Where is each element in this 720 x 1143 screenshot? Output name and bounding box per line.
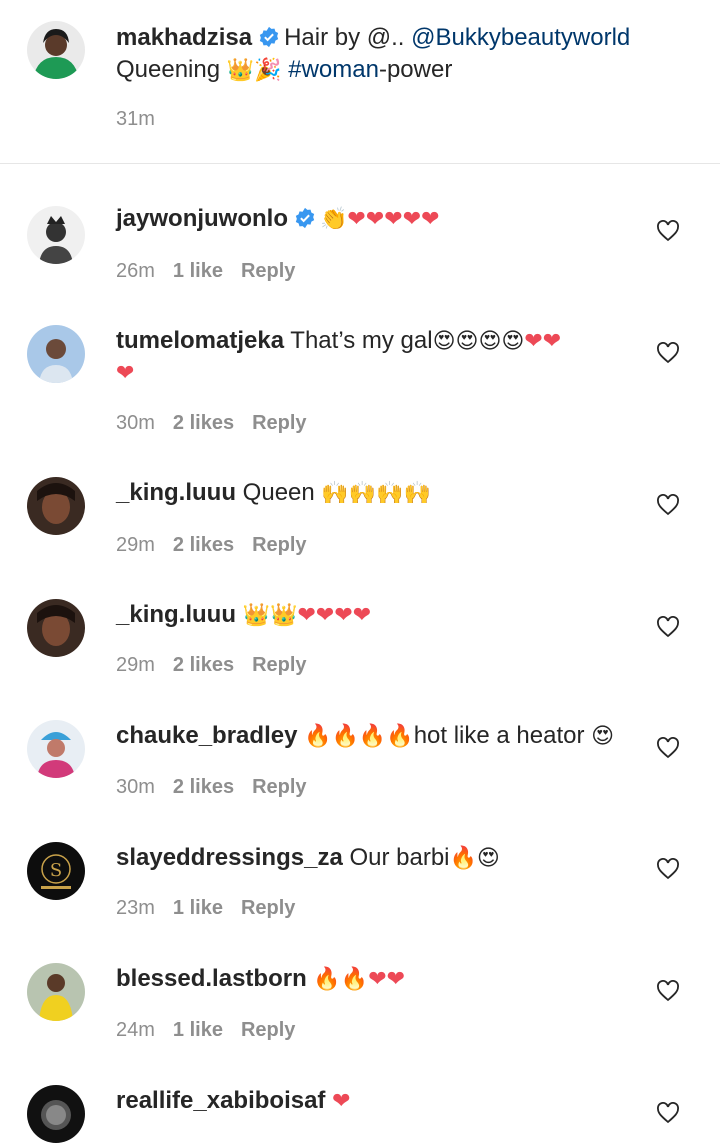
caption-time: 31m [116, 108, 155, 130]
comment-username[interactable]: blessed.lastborn [116, 965, 307, 992]
heart-icon[interactable] [656, 1102, 680, 1124]
comment-emoji: 😍😍😍😍❤❤ [432, 329, 562, 354]
comment-emoji: 🔥🔥🔥🔥 [304, 724, 414, 749]
comment-text-line: jaywonjuwonlo 👏❤❤❤❤❤ [116, 202, 440, 237]
avatar[interactable]: S [27, 842, 85, 900]
comment-likes[interactable]: 1 like [173, 260, 223, 282]
comment-username[interactable]: chauke_bradley [116, 722, 297, 749]
comment-time: 23m [116, 897, 155, 919]
heart-icon[interactable] [656, 737, 680, 759]
comment-text-line: chauke_bradley 🔥🔥🔥🔥hot like a heator 😍 [116, 719, 614, 754]
comment-text-line: blessed.lastborn 🔥🔥❤❤ [116, 962, 405, 997]
heart-icon[interactable] [656, 980, 680, 1002]
reply-button[interactable]: Reply [241, 1019, 295, 1041]
comment-time: 26m [116, 260, 155, 282]
caption-line-2: Queening 👑🎉 #woman-power [116, 53, 452, 88]
verified-badge-icon [259, 26, 279, 48]
comment-text-line: slayeddressings_za Our barbi🔥😍 [116, 841, 500, 876]
heart-icon[interactable] [656, 616, 680, 638]
heart-icon[interactable] [656, 342, 680, 364]
heart-icon[interactable] [656, 494, 680, 516]
comment-text-line: _king.luuu Queen 🙌🙌🙌🙌 [116, 476, 431, 511]
comment-emoji: 👑👑❤❤❤❤ [242, 603, 372, 628]
verified-badge-icon [295, 207, 315, 229]
avatar[interactable] [27, 1085, 85, 1143]
reply-button[interactable]: Reply [241, 260, 295, 282]
comment-emoji: 🔥😍 [449, 846, 500, 871]
comment-meta: 23m 1 like Reply [116, 897, 313, 920]
comment-text: hot like a heator [413, 722, 585, 749]
heart-icon[interactable] [656, 858, 680, 880]
comment-likes[interactable]: 2 likes [173, 412, 234, 434]
comment-time: 30m [116, 776, 155, 798]
comment-emoji: 🙌🙌🙌🙌 [321, 481, 431, 506]
comment-meta: 24m 1 like Reply [116, 1019, 313, 1042]
comment-emoji-2: ❤ [116, 361, 135, 386]
caption-username[interactable]: makhadzisa [116, 24, 252, 51]
comment-username[interactable]: tumelomatjeka [116, 327, 284, 354]
comment-text: Queen [242, 479, 315, 506]
comment-time: 29m [116, 654, 155, 676]
avatar[interactable] [27, 599, 85, 657]
comment-meta: 30m 2 likes Reply [116, 776, 325, 799]
comment-text-line-2: ❤ [116, 356, 134, 391]
comment-meta: 29m 2 likes Reply [116, 534, 325, 557]
comment-emoji-2: 😍 [591, 724, 615, 749]
avatar[interactable] [27, 21, 85, 79]
comment-username[interactable]: reallife_xabiboisaf [116, 1087, 325, 1114]
comment-text-line: reallife_xabiboisaf ❤ [116, 1084, 351, 1119]
comment-emoji: ❤ [332, 1089, 351, 1114]
caption-line-1: makhadzisa Hair by @.. @Bukkybeautyworld [116, 21, 630, 55]
comment-time: 30m [116, 412, 155, 434]
hashtag-link[interactable]: #woman [288, 56, 379, 83]
caption-text-2: Queening [116, 56, 227, 83]
comment-likes[interactable]: 1 like [173, 897, 223, 919]
heart-icon[interactable] [656, 220, 680, 242]
comment-username[interactable]: jaywonjuwonlo [116, 205, 288, 232]
comment-username[interactable]: _king.luuu [116, 479, 236, 506]
reply-button[interactable]: Reply [252, 654, 306, 676]
reply-button[interactable]: Reply [252, 534, 306, 556]
avatar[interactable] [27, 720, 85, 778]
comment-likes[interactable]: 2 likes [173, 654, 234, 676]
comment-likes[interactable]: 1 like [173, 1019, 223, 1041]
divider [0, 163, 720, 164]
comment-emoji: 👏❤❤❤❤❤ [320, 207, 440, 232]
comment-meta: 26m 1 like Reply [116, 260, 313, 283]
avatar[interactable] [27, 325, 85, 383]
comment-username[interactable]: _king.luuu [116, 601, 236, 628]
reply-button[interactable]: Reply [252, 776, 306, 798]
avatar[interactable] [27, 477, 85, 535]
comment-text: That’s my gal [290, 327, 433, 354]
comment-meta: 29m 2 likes Reply [116, 654, 325, 677]
caption-text-3: -power [378, 56, 453, 83]
comment-time: 29m [116, 534, 155, 556]
reply-button[interactable]: Reply [241, 897, 295, 919]
comment-text-line: tumelomatjeka That’s my gal😍😍😍😍❤❤ [116, 324, 561, 359]
comment-username[interactable]: slayeddressings_za [116, 844, 343, 871]
caption-emoji: 👑🎉 [226, 58, 282, 83]
comment-likes[interactable]: 2 likes [173, 776, 234, 798]
comment-text: Our barbi [349, 844, 450, 871]
comment-emoji: 🔥🔥❤❤ [313, 967, 406, 992]
svg-text:S: S [50, 860, 62, 881]
post-caption: makhadzisa Hair by @.. @Bukkybeautyworld … [0, 0, 720, 163]
comment-time: 24m [116, 1019, 155, 1041]
caption-meta: 31m [116, 108, 173, 131]
reply-button[interactable]: Reply [252, 412, 306, 434]
mention-link[interactable]: @Bukkybeautyworld [411, 24, 630, 51]
avatar[interactable] [27, 206, 85, 264]
avatar[interactable] [27, 963, 85, 1021]
comment-meta: 30m 2 likes Reply [116, 412, 325, 435]
comment-text-line: _king.luuu 👑👑❤❤❤❤ [116, 598, 371, 633]
comment-likes[interactable]: 2 likes [173, 534, 234, 556]
caption-text: Hair by @.. [284, 24, 405, 51]
